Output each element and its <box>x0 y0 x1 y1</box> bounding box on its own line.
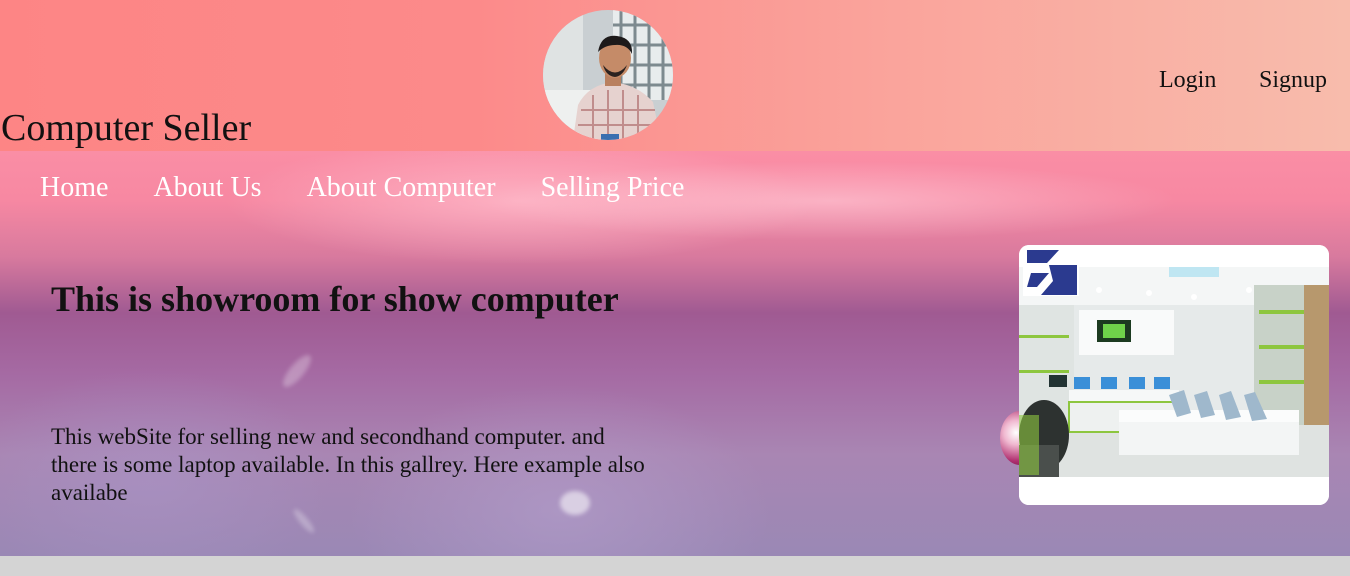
background-sparkle <box>278 351 316 391</box>
background-sparkle <box>291 506 317 536</box>
login-link[interactable]: Login <box>1159 66 1216 94</box>
showroom-image-card <box>1019 245 1329 505</box>
nav-item-home[interactable]: Home <box>40 171 108 205</box>
showroom-photo <box>1019 245 1329 505</box>
page: Computer Seller Login Signup Home About … <box>0 0 1350 576</box>
signup-link[interactable]: Signup <box>1259 66 1327 94</box>
bottom-bar <box>0 556 1350 576</box>
nav-item-about-us[interactable]: About Us <box>153 171 261 205</box>
profile-avatar <box>543 10 673 140</box>
nav-item-selling-price[interactable]: Selling Price <box>541 171 685 205</box>
brand-title: Computer Seller <box>1 107 252 149</box>
main-nav: Home About Us About Computer Selling Pri… <box>40 171 729 205</box>
hero-title: This is showroom for show computer <box>51 279 619 319</box>
hero-description: This webSite for selling new and secondh… <box>51 424 645 505</box>
site-header: Computer Seller Login Signup <box>0 0 1350 151</box>
nav-item-about-computer[interactable]: About Computer <box>307 171 496 205</box>
hero-section: Home About Us About Computer Selling Pri… <box>0 151 1350 556</box>
